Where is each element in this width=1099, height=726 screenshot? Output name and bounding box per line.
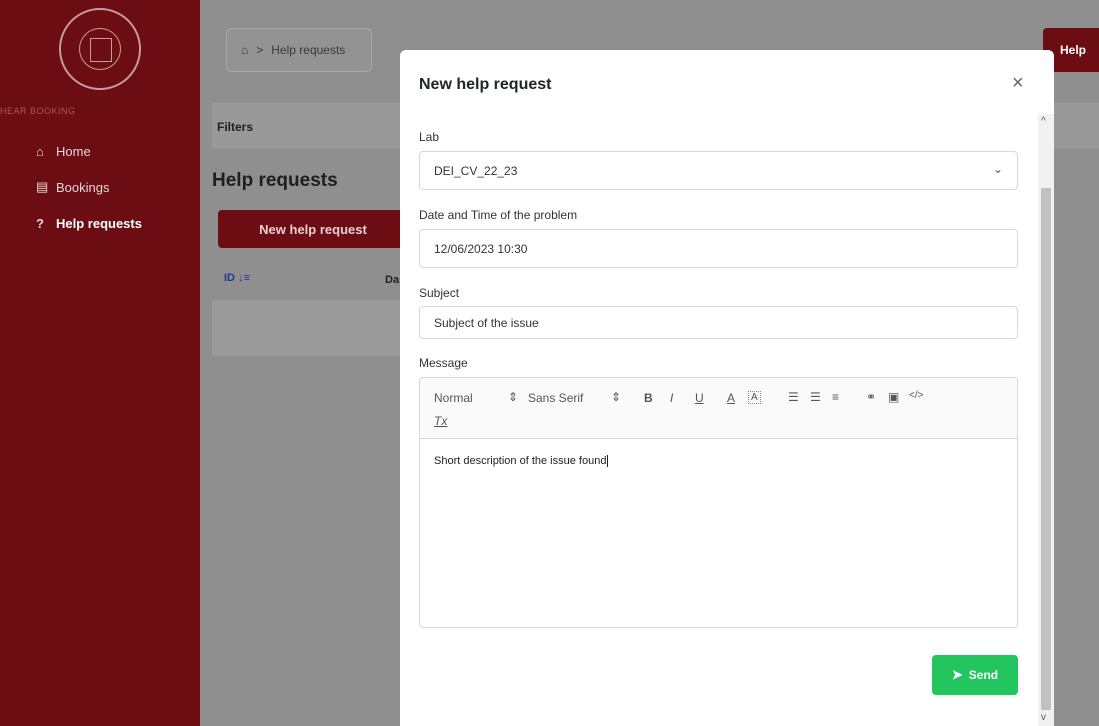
clear-format-button[interactable]: Tx [434, 414, 447, 428]
datetime-value: 12/06/2023 10:30 [434, 241, 528, 256]
sidebar-item-label: Home [56, 143, 91, 159]
font-arrows-icon: ⇕ [611, 390, 622, 404]
sidebar-item-label: Bookings [56, 179, 110, 195]
close-icon[interactable]: × [1012, 72, 1024, 95]
sidebar: HEAR BOOKING ⌂ Home ▤ Bookings ? Help re… [0, 0, 200, 726]
message-editor[interactable]: Normal ⇕ Sans Serif ⇕ B I U A A ☰ ☰ ≡ ⚭ … [419, 377, 1018, 628]
underline-button[interactable]: U [695, 391, 704, 405]
modal-title: New help request [419, 76, 552, 93]
code-icon[interactable]: </> [909, 390, 923, 401]
scroll-up-icon[interactable]: ^ [1041, 116, 1046, 127]
font-dropdown[interactable]: Sans Serif [528, 391, 583, 405]
datetime-label: Date and Time of the problem [419, 208, 578, 222]
scrollbar-thumb[interactable] [1041, 188, 1051, 710]
message-label: Message [419, 356, 468, 370]
sidebar-item-label: Help requests [56, 215, 142, 231]
sidebar-item-bookings[interactable]: ▤ Bookings [36, 178, 142, 196]
link-icon[interactable]: ⚭ [866, 390, 876, 404]
text-color-button[interactable]: A [727, 391, 735, 405]
lab-select[interactable]: DEI_CV_22_23 ⌄ [419, 151, 1018, 190]
message-text[interactable]: Short description of the issue found [434, 455, 609, 468]
table-body [212, 300, 412, 356]
datetime-input[interactable]: 12/06/2023 10:30 [419, 229, 1018, 268]
question-icon: ? [36, 215, 44, 231]
send-label: Send [968, 668, 999, 682]
breadcrumb-current: Help requests [271, 43, 346, 57]
sidebar-item-help-requests[interactable]: ? Help requests [36, 214, 142, 232]
lab-label: Lab [419, 130, 440, 144]
send-button[interactable]: ➤ Send [932, 655, 1018, 695]
sidebar-item-home[interactable]: ⌂ Home [36, 142, 142, 160]
size-arrows-icon: ⇕ [508, 390, 519, 404]
seal-emblem [90, 38, 112, 62]
editor-toolbar: Normal ⇕ Sans Serif ⇕ B I U A A ☰ ☰ ≡ ⚭ … [420, 378, 1017, 439]
ordered-list-icon[interactable]: ☰ [788, 390, 799, 404]
page-title: Help requests [212, 170, 338, 191]
brand-text: HEAR BOOKING [0, 106, 76, 116]
breadcrumb: ⌂ > Help requests [226, 28, 372, 72]
modal-scrollbar[interactable]: ^ v [1038, 114, 1054, 726]
home-icon: ⌂ [36, 143, 44, 159]
sort-icon: ↓≡ [238, 272, 250, 284]
text-caret [607, 455, 609, 468]
bullet-list-icon[interactable]: ☰ [810, 390, 821, 404]
new-help-request-modal: New help request × ^ v Lab DEI_CV_22_23 … [400, 50, 1054, 726]
calendar-icon: ▤ [36, 179, 49, 194]
scroll-down-icon[interactable]: v [1041, 712, 1046, 723]
send-icon: ➤ [951, 667, 963, 682]
breadcrumb-separator: > [256, 43, 264, 57]
align-icon[interactable]: ≡ [832, 390, 839, 404]
lab-select-value: DEI_CV_22_23 [434, 163, 518, 178]
background-color-button[interactable]: A [748, 391, 761, 404]
sidebar-nav: ⌂ Home ▤ Bookings ? Help requests [36, 142, 142, 250]
subject-label: Subject [419, 286, 460, 300]
size-dropdown[interactable]: Normal [434, 391, 473, 405]
subject-value: Subject of the issue [434, 315, 539, 330]
italic-button[interactable]: I [670, 391, 673, 405]
image-icon[interactable]: ▣ [888, 390, 899, 404]
seal-inner-ring [79, 28, 121, 70]
column-header-date[interactable]: Da [385, 274, 399, 286]
subject-input[interactable]: Subject of the issue [419, 306, 1018, 339]
home-icon[interactable]: ⌂ [241, 43, 248, 57]
bold-button[interactable]: B [644, 391, 653, 405]
new-help-request-button[interactable]: New help request [218, 210, 408, 248]
chevron-down-icon: ⌄ [992, 162, 1003, 176]
column-header-id[interactable]: ID ↓≡ [224, 272, 250, 284]
university-seal-logo [59, 8, 141, 90]
